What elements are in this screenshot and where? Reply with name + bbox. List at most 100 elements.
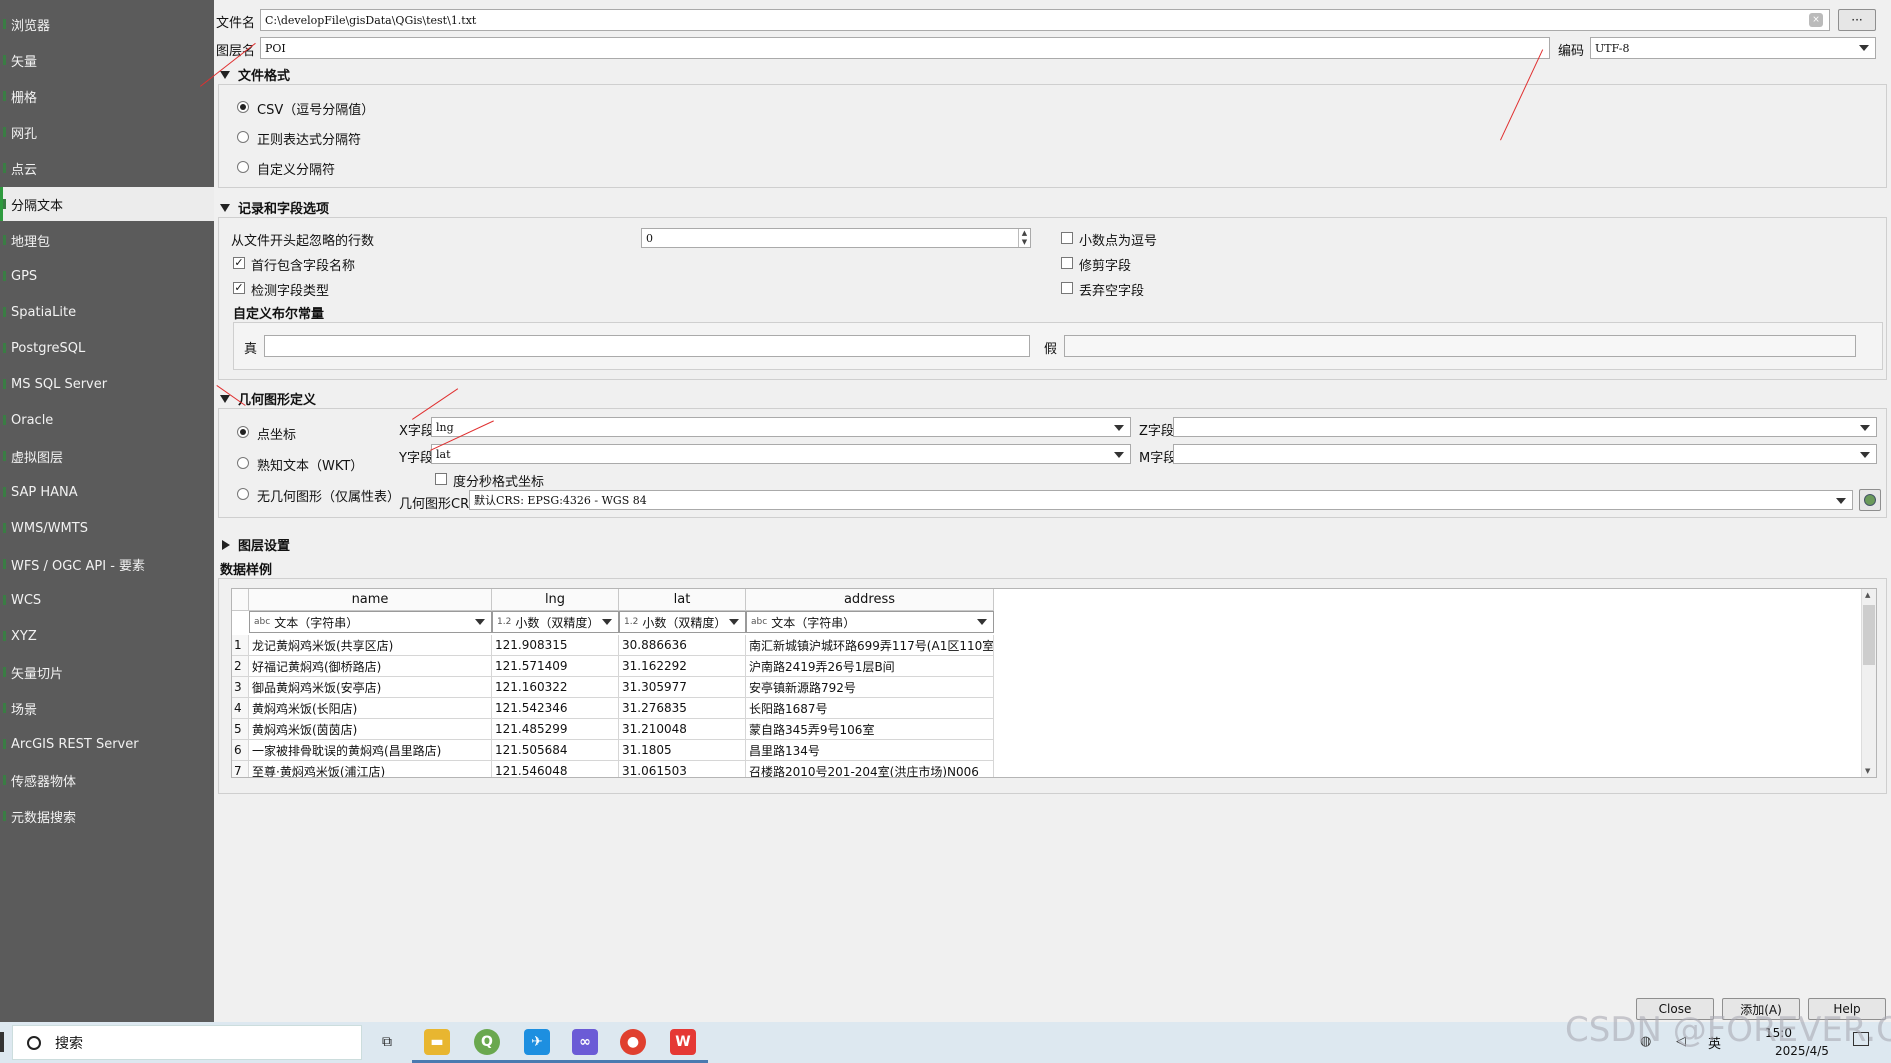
m-field-select[interactable] [1173,444,1877,464]
false-value-input[interactable] [1064,335,1856,357]
chat-app-icon[interactable]: ∞ [572,1029,598,1055]
table-cell[interactable]: 31.305977 [619,677,746,698]
column-header[interactable]: address [746,589,994,611]
wps-icon[interactable]: W [670,1029,696,1055]
table-cell[interactable]: 昌里路134号 [746,740,994,761]
column-type-select[interactable]: 1.2 小数（双精度） [492,611,619,633]
table-cell[interactable]: 31.1805 [619,740,746,761]
sidebar-item[interactable]: 栅格 [0,79,214,113]
radio-regex[interactable] [237,131,249,143]
column-header[interactable]: lat [619,589,746,611]
radio-csv[interactable] [237,101,249,113]
table-cell[interactable]: 安亭镇新源路792号 [746,677,994,698]
decimal-comma-checkbox[interactable] [1061,232,1073,244]
sidebar-item[interactable]: GPS [0,259,214,293]
table-cell[interactable]: 南汇新城镇沪城环路699弄117号(A1区110室) [746,635,994,656]
task-view-icon[interactable]: ⧉ [374,1029,400,1055]
column-header[interactable]: lng [492,589,619,611]
table-cell[interactable]: 31.276835 [619,698,746,719]
chrome-icon[interactable]: ● [620,1029,646,1055]
table-cell[interactable]: 沪南路2419弄26号1层B间 [746,656,994,677]
sidebar-item[interactable]: WMS/WMTS [0,511,214,545]
trim-fields-checkbox[interactable] [1061,257,1073,269]
sidebar-item[interactable]: 网孔 [0,115,214,149]
table-cell[interactable]: 至尊·黄焖鸡米饭(浦江店) [249,761,492,777]
table-cell[interactable]: 黄焖鸡米饭(茵茵店) [249,719,492,740]
x-field-select[interactable]: lng [431,417,1131,437]
sidebar-item[interactable]: SpatiaLite [0,295,214,329]
crs-select[interactable]: 默认CRS: EPSG:4326 - WGS 84 [469,490,1853,510]
dms-checkbox[interactable] [435,473,447,485]
sidebar-item[interactable]: WFS / OGC API - 要素 [0,547,214,581]
clear-icon[interactable]: × [1809,13,1823,27]
qgis-icon[interactable]: Q [474,1029,500,1055]
table-cell[interactable]: 31.210048 [619,719,746,740]
encoding-select[interactable]: UTF-8 [1590,37,1876,59]
discard-empty-checkbox[interactable] [1061,282,1073,294]
table-cell[interactable]: 31.061503 [619,761,746,777]
table-cell[interactable]: 召楼路2010号201-204室(洪庄市场)N006 [746,761,994,777]
table-cell[interactable]: 121.571409 [492,656,619,677]
radio-point-coords[interactable] [237,426,249,438]
skip-lines-spinbox[interactable]: 0 ▲ ▼ [641,228,1031,248]
table-cell[interactable]: 御品黄焖鸡米饭(安亭店) [249,677,492,698]
record-options-header[interactable]: 记录和字段选项 [220,198,329,217]
sidebar-item[interactable]: 矢量切片 [0,655,214,689]
spinner-arrows-icon[interactable]: ▲ ▼ [1018,229,1030,247]
first-row-header-checkbox[interactable]: ✓ [233,257,245,269]
table-cell[interactable]: 黄焖鸡米饭(长阳店) [249,698,492,719]
sidebar-item[interactable]: 矢量 [0,43,214,77]
detect-types-checkbox[interactable]: ✓ [233,282,245,294]
table-cell[interactable]: 蒙自路345弄9号106室 [746,719,994,740]
sidebar-item[interactable]: 浏览器 [0,7,214,41]
sidebar-item[interactable]: Oracle [0,403,214,437]
table-cell[interactable]: 长阳路1687号 [746,698,994,719]
table-cell[interactable]: 30.886636 [619,635,746,656]
table-cell[interactable]: 121.546048 [492,761,619,777]
column-type-select[interactable]: abc 文本（字符串） [746,611,994,633]
sidebar-item[interactable]: ArcGIS REST Server [0,727,214,761]
radio-no-geometry[interactable] [237,488,249,500]
filename-input[interactable]: C:\developFile\gisData\QGis\test\1.txt × [260,9,1830,31]
column-type-select[interactable]: abc 文本（字符串） [249,611,492,633]
layer-settings-header[interactable]: 图层设置 [222,535,290,554]
column-type-select[interactable]: 1.2 小数（双精度） [619,611,746,633]
browse-button[interactable]: ··· [1838,9,1876,31]
crs-selector-button[interactable] [1859,489,1881,511]
scroll-up-icon[interactable]: ▲ [1865,591,1870,599]
sidebar-item[interactable]: 场景 [0,691,214,725]
radio-custom[interactable] [237,161,249,173]
sidebar-item[interactable]: 传感器物体 [0,763,214,797]
scroll-thumb[interactable] [1863,605,1875,665]
sidebar-item[interactable]: XYZ [0,619,214,653]
sidebar-item[interactable]: WCS [0,583,214,617]
sidebar-item[interactable]: 元数据搜索 [0,799,214,833]
y-field-select[interactable]: lat [431,444,1131,464]
sidebar-item[interactable]: 虚拟图层 [0,439,214,473]
sidebar-item[interactable]: PostgreSQL [0,331,214,365]
table-cell[interactable]: 121.908315 [492,635,619,656]
radio-wkt[interactable] [237,457,249,469]
table-cell[interactable]: 121.485299 [492,719,619,740]
file-format-header[interactable]: 文件格式 [220,65,290,84]
table-cell[interactable]: 好福记黄焖鸡(御桥路店) [249,656,492,677]
file-explorer-icon[interactable]: ▬ [424,1029,450,1055]
table-cell[interactable]: 一家被排骨耽误的黄焖鸡(昌里路店) [249,740,492,761]
feishu-icon[interactable]: ✈ [524,1029,550,1055]
table-scrollbar[interactable]: ▲ ▼ [1861,589,1876,777]
sidebar-item[interactable]: 地理包 [0,223,214,257]
table-cell[interactable]: 121.542346 [492,698,619,719]
sidebar-item[interactable]: 分隔文本 [0,187,214,221]
true-value-input[interactable] [264,335,1030,357]
table-cell[interactable]: 121.505684 [492,740,619,761]
scroll-down-icon[interactable]: ▼ [1865,767,1870,775]
table-cell[interactable]: 龙记黄焖鸡米饭(共享区店) [249,635,492,656]
table-cell[interactable]: 31.162292 [619,656,746,677]
sample-data-table[interactable]: ▲ ▼ name abc 文本（字符串） lng 1.2 小数（双精度） lat 1.2 小数（… [231,588,1877,778]
column-header[interactable]: name [249,589,492,611]
start-icon[interactable] [0,1032,4,1052]
sidebar-item[interactable]: MS SQL Server [0,367,214,401]
table-cell[interactable]: 121.160322 [492,677,619,698]
z-field-select[interactable] [1173,417,1877,437]
sidebar-item[interactable]: 点云 [0,151,214,185]
